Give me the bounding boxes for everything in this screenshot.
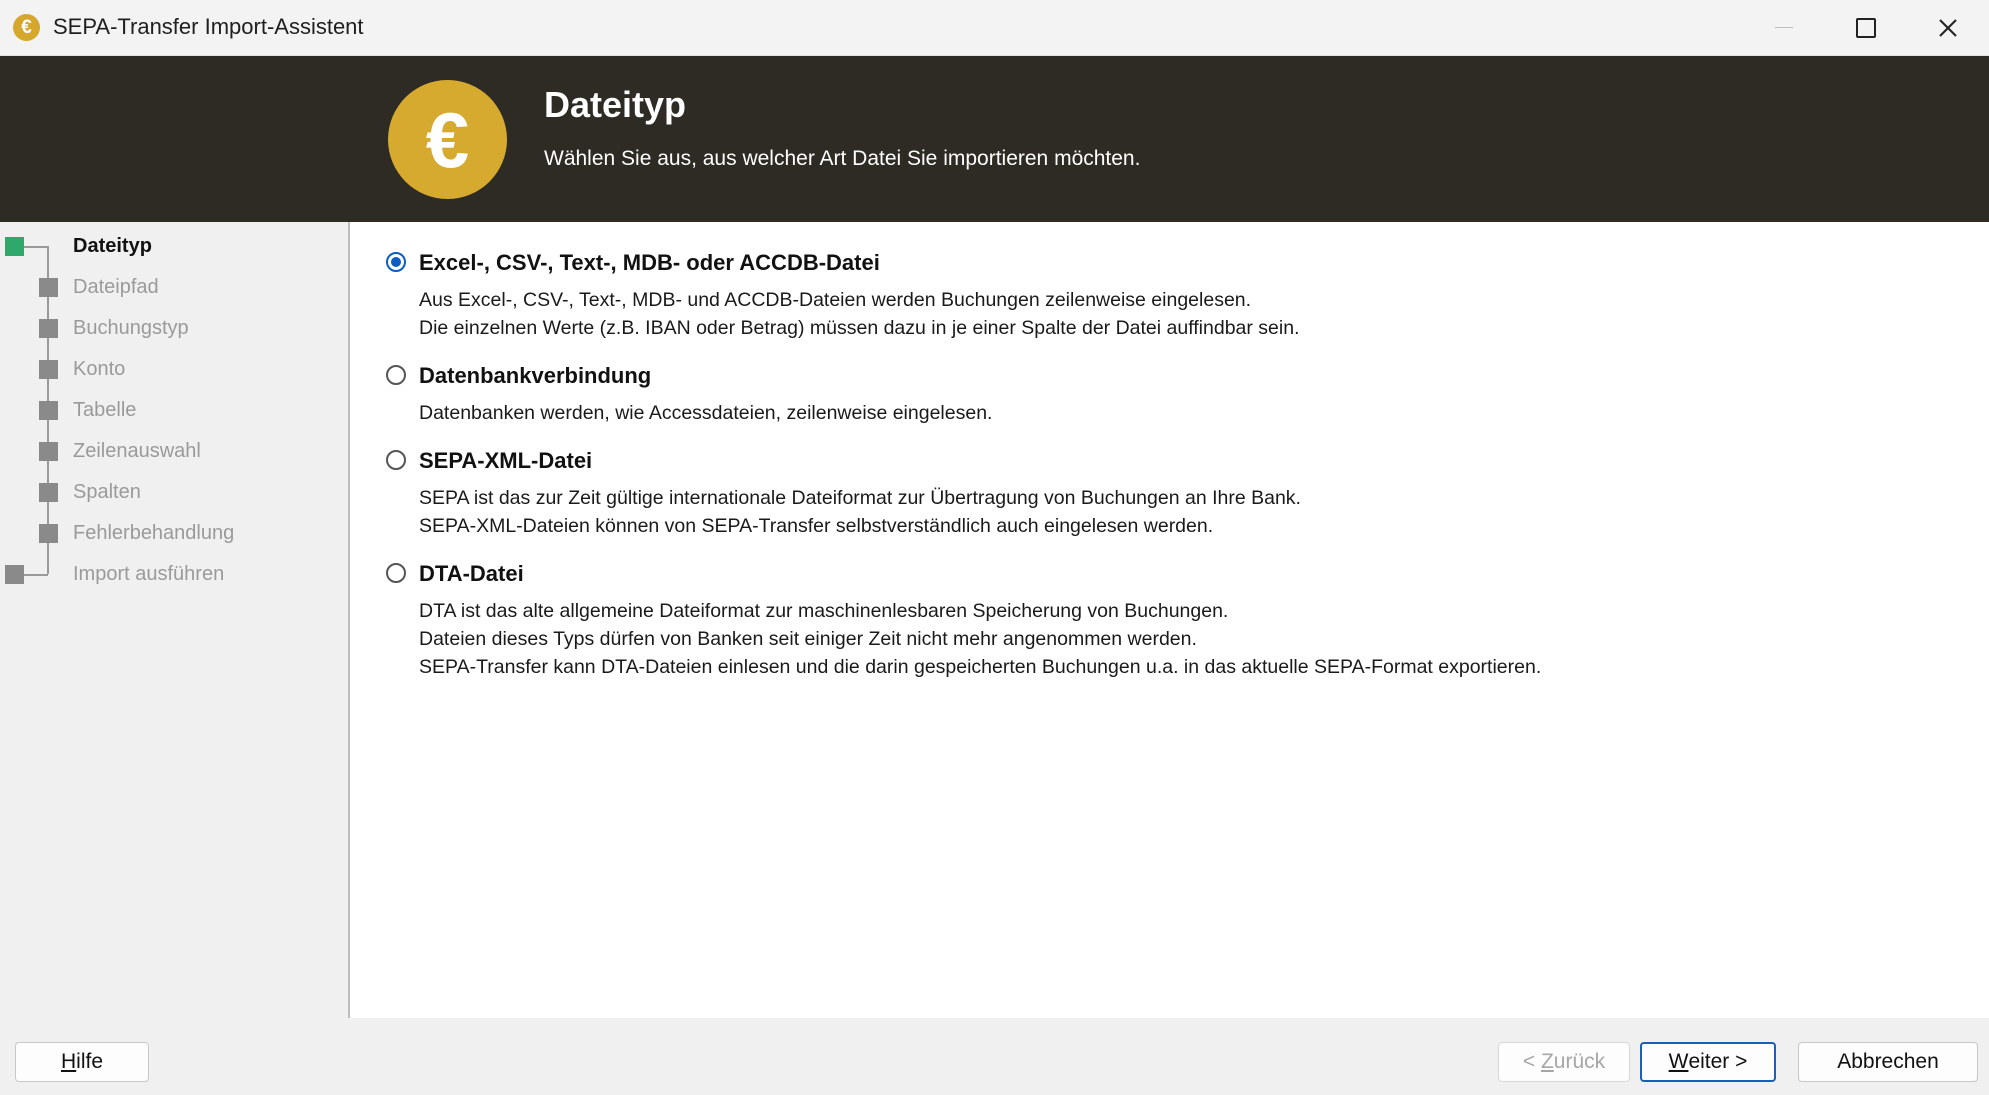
- step-import-ausfuehren: Import ausführen: [0, 555, 340, 595]
- radio-button-selected[interactable]: [386, 252, 406, 272]
- radio-button[interactable]: [386, 365, 406, 385]
- back-mnemonic: Z: [1540, 1050, 1554, 1073]
- option-title[interactable]: DTA-Datei: [419, 561, 524, 587]
- page-subtitle: Wählen Sie aus, aus welcher Art Datei Si…: [544, 147, 1141, 170]
- step-dateityp: Dateityp: [0, 227, 340, 267]
- close-icon: [1939, 18, 1957, 37]
- description-line: DTA ist das alte allgemeine Dateiformat …: [419, 600, 1229, 622]
- back-prefix: <: [1522, 1050, 1541, 1073]
- step-node-icon: [39, 483, 58, 502]
- minimize-button[interactable]: [1744, 0, 1824, 55]
- step-node-icon: [39, 319, 58, 338]
- description-line: SEPA ist das zur Zeit gültige internatio…: [419, 487, 1301, 509]
- step-label: Konto: [73, 358, 126, 380]
- euro-logo-icon: €: [388, 80, 507, 199]
- step-node-icon: [39, 278, 58, 297]
- step-label: Dateityp: [73, 235, 152, 257]
- option-description: Datenbanken werden, wie Accessdateien, z…: [419, 399, 992, 427]
- option-title[interactable]: SEPA-XML-Datei: [419, 448, 592, 474]
- page-title: Dateityp: [544, 84, 687, 125]
- step-fehlerbehandlung: Fehlerbehandlung: [0, 514, 340, 554]
- step-node-icon: [39, 524, 58, 543]
- step-label: Spalten: [73, 481, 141, 503]
- header-banner: € Dateityp Wählen Sie aus, aus welcher A…: [0, 56, 1989, 222]
- wizard-steps-panel: Dateityp Dateipfad Buchungstyp Konto Tab…: [0, 222, 350, 1018]
- title-bar: € SEPA-Transfer Import-Assistent: [0, 0, 1989, 56]
- tree-connector: [24, 246, 48, 248]
- step-label: Zeilenauswahl: [73, 440, 201, 462]
- step-dateipfad: Dateipfad: [0, 268, 340, 308]
- description-line: Die einzelnen Werte (z.B. IBAN oder Betr…: [419, 317, 1300, 339]
- step-node-icon: [39, 442, 58, 461]
- maximize-icon: [1856, 17, 1876, 38]
- step-node-icon: [5, 565, 24, 584]
- help-label: ilfe: [76, 1050, 104, 1073]
- description-line: SEPA-XML-Dateien können von SEPA-Transfe…: [419, 515, 1214, 537]
- file-type-options-panel: Excel-, CSV-, Text-, MDB- oder ACCDB-Dat…: [350, 222, 1989, 1018]
- step-label: Tabelle: [73, 399, 137, 421]
- next-label: eiter >: [1688, 1050, 1748, 1073]
- step-active-node-icon: [5, 237, 24, 256]
- radio-button[interactable]: [386, 563, 406, 583]
- step-label: Dateipfad: [73, 276, 159, 298]
- description-line: Aus Excel-, CSV-, Text-, MDB- und ACCDB-…: [419, 289, 1252, 311]
- help-button[interactable]: Hilfe: [15, 1042, 149, 1082]
- step-label: Fehlerbehandlung: [73, 522, 235, 544]
- help-mnemonic: H: [60, 1050, 77, 1073]
- step-zeilenauswahl: Zeilenauswahl: [0, 432, 340, 472]
- description-line: SEPA-Transfer kann DTA-Dateien einlesen …: [419, 656, 1542, 678]
- window-title: SEPA-Transfer Import-Assistent: [53, 14, 364, 39]
- step-node-icon: [39, 401, 58, 420]
- description-line: Dateien dieses Typs dürfen von Banken se…: [419, 628, 1197, 650]
- option-title[interactable]: Datenbankverbindung: [419, 363, 651, 389]
- cancel-button[interactable]: Abbrechen: [1798, 1042, 1978, 1082]
- step-label: Buchungstyp: [73, 317, 189, 339]
- step-buchungstyp: Buchungstyp: [0, 309, 340, 349]
- minimize-icon: [1775, 27, 1793, 28]
- next-mnemonic: W: [1668, 1050, 1689, 1073]
- step-konto: Konto: [0, 350, 340, 390]
- footer-bar: Hilfe < Zurück Weiter > Abbrechen: [0, 1018, 1989, 1095]
- step-label: Import ausführen: [73, 563, 225, 585]
- close-button[interactable]: [1908, 0, 1988, 55]
- option-description: DTA ist das alte allgemeine Dateiformat …: [419, 597, 1541, 681]
- back-label: urück: [1553, 1050, 1606, 1073]
- description-line: Datenbanken werden, wie Accessdateien, z…: [419, 402, 993, 424]
- euro-icon: €: [13, 14, 40, 41]
- step-tabelle: Tabelle: [0, 391, 340, 431]
- option-description: SEPA ist das zur Zeit gültige internatio…: [419, 484, 1301, 540]
- next-button[interactable]: Weiter >: [1640, 1042, 1776, 1082]
- step-spalten: Spalten: [0, 473, 340, 513]
- option-title[interactable]: Excel-, CSV-, Text-, MDB- oder ACCDB-Dat…: [419, 250, 880, 276]
- option-description: Aus Excel-, CSV-, Text-, MDB- und ACCDB-…: [419, 286, 1300, 342]
- radio-button[interactable]: [386, 450, 406, 470]
- maximize-button[interactable]: [1826, 0, 1906, 55]
- back-button[interactable]: < Zurück: [1498, 1042, 1630, 1082]
- step-node-icon: [39, 360, 58, 379]
- tree-connector: [24, 574, 48, 576]
